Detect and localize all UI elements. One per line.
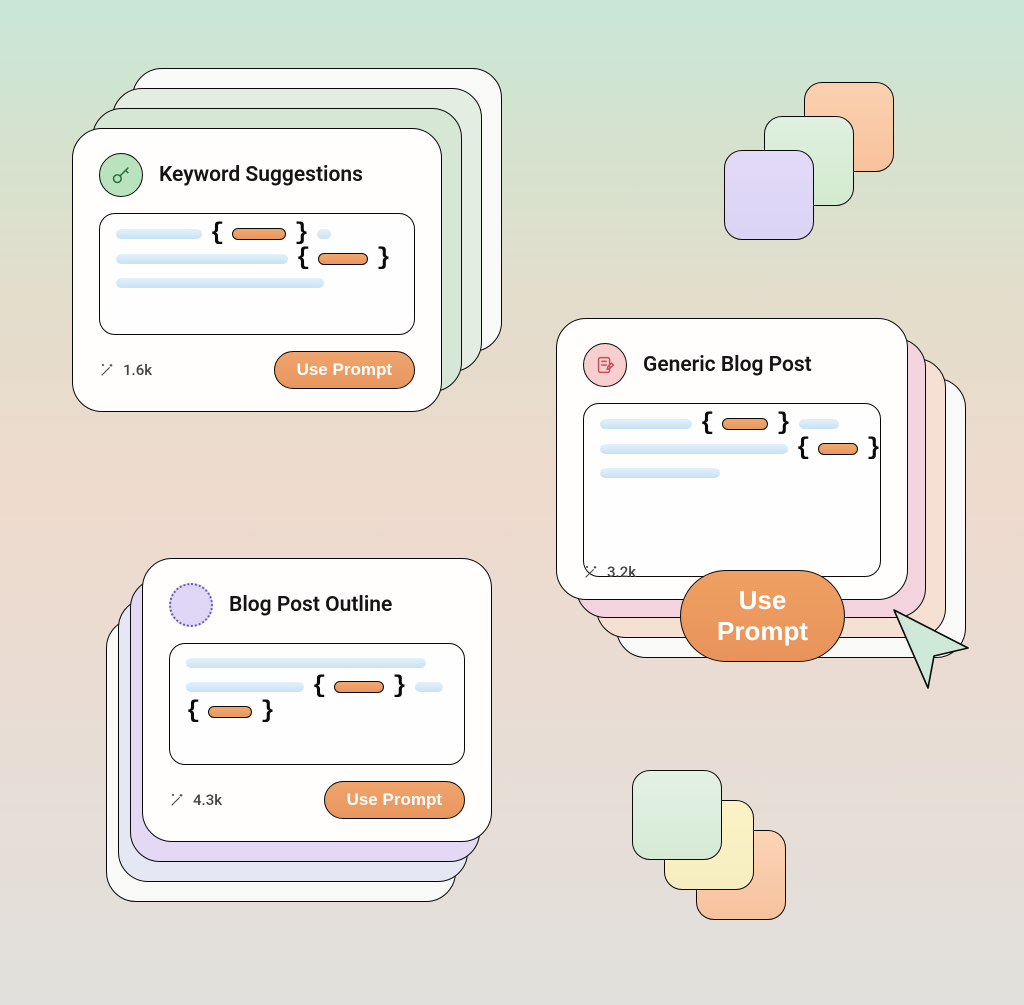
prompt-card-outline[interactable]: Blog Post Outline {} {} 4 <box>142 558 492 842</box>
prompt-card-keyword[interactable]: Keyword Suggestions {} {} <box>72 128 442 412</box>
use-prompt-button-hero[interactable]: Use Prompt <box>680 570 845 662</box>
usage-count-value: 3.2k <box>607 563 636 581</box>
use-prompt-button[interactable]: Use Prompt <box>324 781 465 819</box>
card-title: Blog Post Outline <box>229 593 392 617</box>
card-header: Generic Blog Post <box>583 343 881 387</box>
prompt-card-blog[interactable]: Generic Blog Post {} {} 3.2k <box>556 318 908 600</box>
card-header: Keyword Suggestions <box>99 153 415 197</box>
usage-count-value: 1.6k <box>123 361 152 379</box>
dashed-circle-icon <box>169 583 213 627</box>
usage-count: 3.2k <box>583 563 636 581</box>
prompt-preview: {} {} <box>169 643 465 765</box>
prompt-preview: {} {} <box>99 213 415 335</box>
wand-icon <box>583 564 599 580</box>
card-footer: 1.6k Use Prompt <box>99 351 415 389</box>
key-icon <box>99 153 143 197</box>
usage-count-value: 4.3k <box>193 791 222 809</box>
note-edit-icon <box>583 343 627 387</box>
usage-count: 4.3k <box>169 791 222 809</box>
card-title: Keyword Suggestions <box>159 163 363 187</box>
deco-square-purple <box>724 150 814 240</box>
wand-icon <box>169 792 185 808</box>
card-title: Generic Blog Post <box>643 353 812 377</box>
cursor-icon <box>888 604 976 694</box>
deco-square-green-2 <box>632 770 722 860</box>
card-footer: 4.3k Use Prompt <box>169 781 465 819</box>
card-header: Blog Post Outline <box>169 583 465 627</box>
prompt-preview: {} {} <box>583 403 881 577</box>
wand-icon <box>99 362 115 378</box>
use-prompt-button[interactable]: Use Prompt <box>274 351 415 389</box>
usage-count: 1.6k <box>99 361 152 379</box>
